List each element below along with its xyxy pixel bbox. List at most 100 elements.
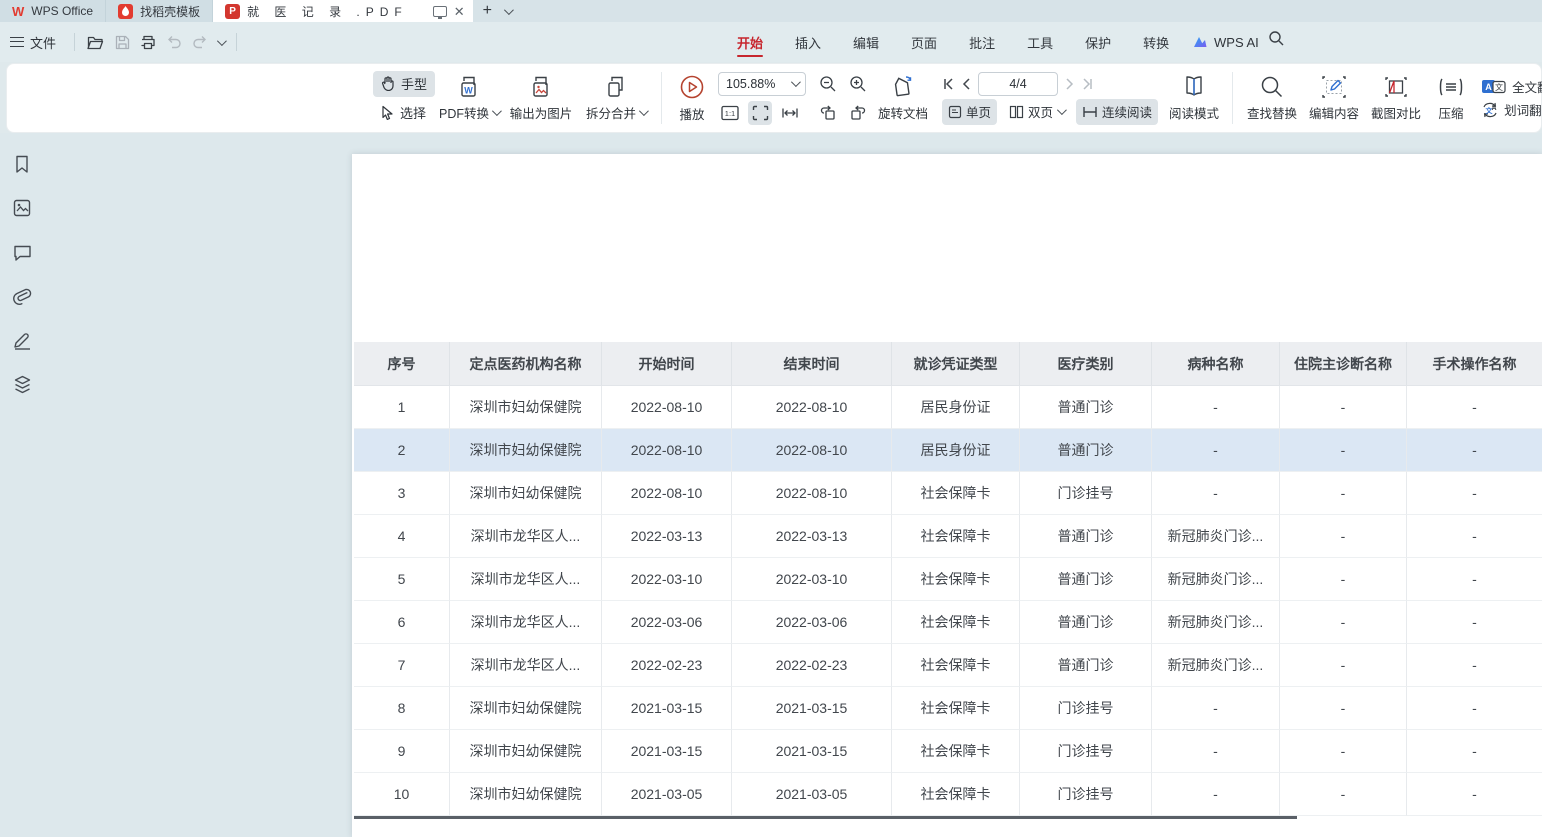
export-image-icon [528, 75, 554, 99]
document-area: 序号定点医药机构名称开始时间结束时间就诊凭证类型医疗类别病种名称住院主诊断名称手… [0, 133, 1542, 837]
last-page-button[interactable] [1082, 78, 1094, 90]
table-cell: - [1280, 773, 1407, 816]
menu-tab-2[interactable]: 编辑 [851, 22, 881, 62]
attachment-icon[interactable] [11, 285, 33, 307]
read-mode-label: 阅读模式 [1169, 103, 1219, 122]
undo-button[interactable] [161, 29, 187, 55]
table-header-cell: 结束时间 [732, 342, 892, 386]
rotate-right-button[interactable] [846, 101, 870, 125]
continuous-read-label: 连续阅读 [1102, 102, 1152, 121]
continuous-read-button[interactable]: 连续阅读 [1076, 99, 1158, 125]
word-translate-icon: 文A [1481, 102, 1499, 118]
double-page-button[interactable]: 双页 [1003, 99, 1070, 125]
table-cell: - [1152, 386, 1280, 429]
zoom-level-select[interactable]: 105.88% [718, 72, 806, 96]
table-cell: 2022-08-10 [732, 429, 892, 472]
menu-tab-5[interactable]: 工具 [1025, 22, 1055, 62]
print-button[interactable] [135, 29, 161, 55]
table-cell: - [1280, 386, 1407, 429]
layers-icon[interactable] [11, 373, 33, 395]
single-page-button[interactable]: 单页 [942, 99, 997, 125]
table-cell: 深圳市龙华区人... [450, 644, 602, 687]
table-cell: - [1407, 558, 1542, 601]
table-cell: 社会保障卡 [892, 730, 1020, 773]
zoom-in-button[interactable] [846, 72, 870, 96]
screenshot-compare-button[interactable]: 截图对比 [1365, 69, 1427, 127]
wps-ai-button[interactable]: WPS AI [1192, 22, 1259, 62]
save-button[interactable] [109, 29, 135, 55]
tab-docer-templates[interactable]: 找稻壳模板 [106, 0, 213, 22]
fit-page-button[interactable] [748, 101, 772, 125]
rotate-left-icon [819, 105, 837, 121]
menu-tab-3[interactable]: 页面 [909, 22, 939, 62]
bookmark-icon[interactable] [11, 153, 33, 175]
rotate-left-button[interactable] [816, 101, 840, 125]
menu-search-button[interactable] [1268, 30, 1285, 47]
table-cell: - [1152, 687, 1280, 730]
tab-document-pdf[interactable]: P 就 医 记 录 .PDF ✕ [213, 0, 473, 22]
menu-tab-7[interactable]: 转换 [1141, 22, 1171, 62]
first-page-button[interactable] [942, 78, 954, 90]
export-image-button[interactable]: 输出为图片 [503, 69, 579, 127]
menu-tab-1[interactable]: 插入 [793, 22, 823, 62]
tab-wps-office[interactable]: W WPS Office [0, 0, 106, 22]
page-indicator-input[interactable]: 4/4 [978, 72, 1058, 96]
table-cell: 社会保障卡 [892, 773, 1020, 816]
read-mode-button[interactable]: 阅读模式 [1164, 69, 1224, 127]
hand-tool-button[interactable]: 手型 [373, 71, 435, 97]
table-cell: 新冠肺炎门诊... [1152, 644, 1280, 687]
full-text-translate-button[interactable]: A文 全文翻译 [1481, 77, 1542, 96]
chevron-down-icon [639, 106, 649, 116]
table-cell: 2022-08-10 [602, 386, 732, 429]
table-row: 10深圳市妇幼保健院2021-03-052021-03-05社会保障卡门诊挂号-… [354, 773, 1542, 816]
table-cell: - [1407, 773, 1542, 816]
play-button[interactable]: 播放 [670, 69, 714, 127]
menu-tab-6[interactable]: 保护 [1083, 22, 1113, 62]
table-cell: 社会保障卡 [892, 558, 1020, 601]
toolbar: 手型 选择 W PDF转换 输出为图片 拆分合并 播放 105 [6, 63, 1542, 133]
undo-icon [166, 35, 182, 49]
table-cell: 7 [354, 644, 450, 687]
split-merge-icon [603, 75, 629, 99]
table-cell: 2022-08-10 [732, 472, 892, 515]
zoom-out-button[interactable] [816, 72, 840, 96]
split-merge-button[interactable]: 拆分合并 [579, 69, 653, 127]
open-file-button[interactable] [83, 29, 109, 55]
rotate-document-button[interactable]: 旋转文档 [872, 69, 934, 127]
undo-history-chevron-icon[interactable] [217, 36, 227, 46]
actual-size-button[interactable]: 1:1 [718, 101, 742, 125]
printer-icon [140, 35, 156, 50]
table-cell: 2022-03-06 [732, 601, 892, 644]
table-cell: 2022-03-13 [732, 515, 892, 558]
fit-width-button[interactable] [778, 101, 802, 125]
edit-content-label: 编辑内容 [1309, 103, 1359, 122]
next-page-button[interactable] [1066, 78, 1074, 90]
file-menu-button[interactable]: 文件 [0, 33, 66, 52]
compress-button[interactable]: 压缩 [1427, 69, 1475, 127]
single-page-label: 单页 [966, 102, 991, 121]
table-cell: 深圳市妇幼保健院 [450, 386, 602, 429]
pdf-page[interactable]: 序号定点医药机构名称开始时间结束时间就诊凭证类型医疗类别病种名称住院主诊断名称手… [352, 154, 1542, 837]
table-cell: - [1152, 730, 1280, 773]
table-cell: 2022-03-13 [602, 515, 732, 558]
select-tool-button[interactable]: 选择 [373, 100, 435, 126]
close-tab-icon[interactable]: ✕ [454, 5, 465, 18]
new-tab-button[interactable]: + [483, 3, 492, 19]
edit-content-button[interactable]: 编辑内容 [1303, 69, 1365, 127]
word-translate-button[interactable]: 文A 划词翻译 [1481, 100, 1542, 119]
zoom-in-icon [849, 75, 867, 93]
tab-list-chevron-icon[interactable] [504, 5, 514, 15]
find-replace-button[interactable]: 查找替换 [1241, 69, 1303, 127]
menu-tab-4[interactable]: 批注 [967, 22, 997, 62]
divider [1232, 72, 1233, 124]
redo-button[interactable] [187, 29, 213, 55]
signature-icon[interactable] [11, 329, 33, 351]
table-cell: 2021-03-15 [602, 687, 732, 730]
table-cell: 普通门诊 [1020, 558, 1152, 601]
monitor-icon[interactable] [433, 6, 447, 17]
pdf-convert-button[interactable]: W PDF转换 [435, 69, 503, 127]
thumbnail-icon[interactable] [11, 197, 33, 219]
menu-tab-0[interactable]: 开始 [735, 22, 765, 62]
comment-icon[interactable] [11, 241, 33, 263]
previous-page-button[interactable] [962, 78, 970, 90]
